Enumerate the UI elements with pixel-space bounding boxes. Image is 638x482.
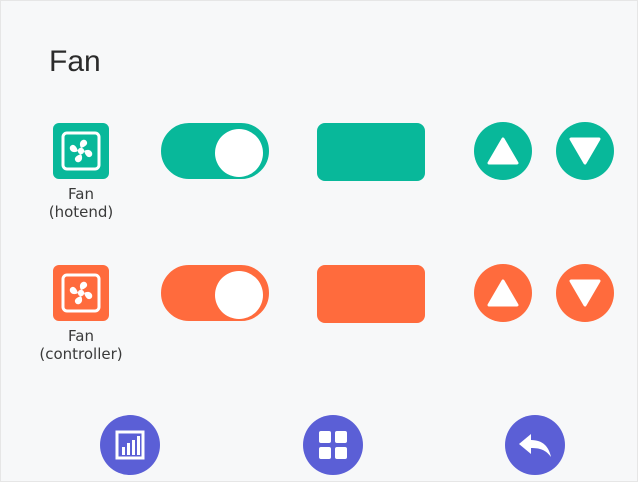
triangle-down-icon bbox=[569, 137, 601, 165]
increase-speed-button-controller[interactable] bbox=[474, 264, 532, 322]
fan-row-controller: Fan (controller) bbox=[1, 261, 638, 391]
toggle-knob bbox=[215, 129, 263, 177]
fan-icon bbox=[61, 273, 101, 313]
stats-button[interactable] bbox=[100, 415, 160, 475]
fan-label-controller: Fan (controller) bbox=[39, 327, 123, 363]
back-button[interactable] bbox=[505, 415, 565, 475]
fan-icon bbox=[53, 265, 109, 321]
decrease-speed-button-controller[interactable] bbox=[556, 264, 614, 322]
fan-icon bbox=[61, 131, 101, 171]
fan-icon bbox=[53, 123, 109, 179]
bar-chart-icon bbox=[115, 430, 145, 460]
triangle-up-icon bbox=[487, 279, 519, 307]
grid-icon bbox=[319, 431, 347, 459]
triangle-up-icon bbox=[487, 137, 519, 165]
fan-label-hotend: Fan (hotend) bbox=[48, 185, 114, 221]
fan-row-hotend: Fan (hotend) bbox=[1, 119, 638, 249]
fan-toggle-hotend[interactable] bbox=[161, 123, 269, 179]
decrease-speed-button-hotend[interactable] bbox=[556, 122, 614, 180]
menu-button[interactable] bbox=[303, 415, 363, 475]
fan-screen: Fan Fan (hotend) Fan (controller) bbox=[0, 0, 638, 482]
increase-speed-button-hotend[interactable] bbox=[474, 122, 532, 180]
fan-speed-value-controller[interactable] bbox=[317, 265, 425, 323]
fan-toggle-controller[interactable] bbox=[161, 265, 269, 321]
back-arrow-icon bbox=[519, 434, 551, 457]
triangle-down-icon bbox=[569, 279, 601, 307]
toggle-knob bbox=[215, 271, 263, 319]
page-title: Fan bbox=[49, 45, 101, 78]
fan-speed-value-hotend[interactable] bbox=[317, 123, 425, 181]
